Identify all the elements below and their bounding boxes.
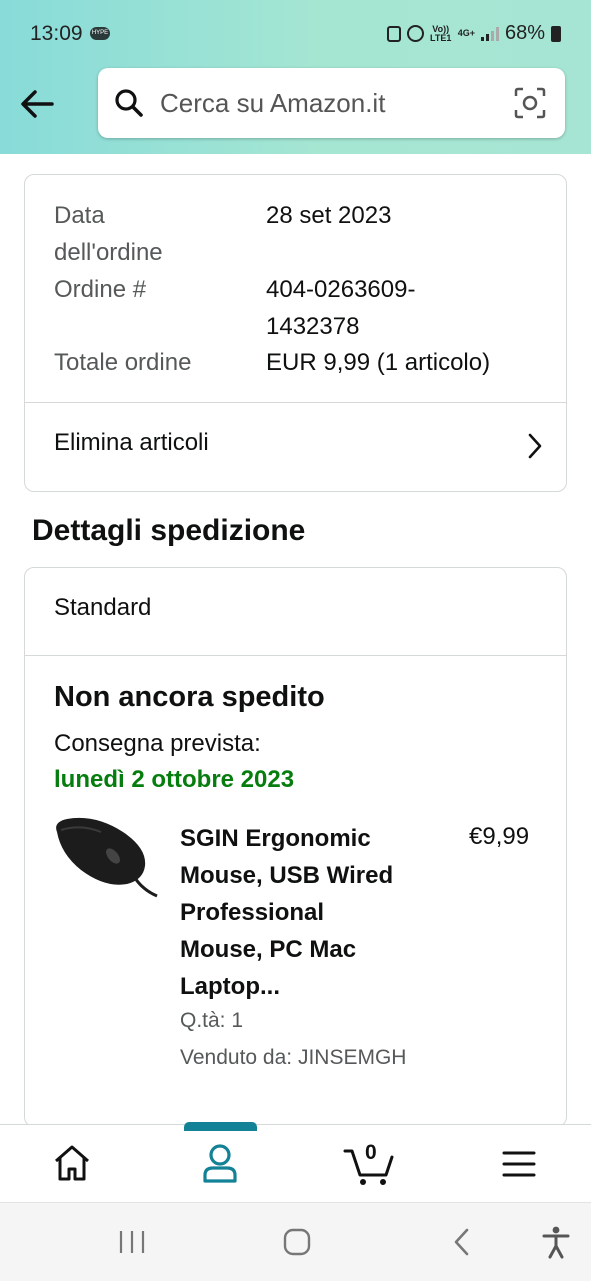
recents-icon[interactable] (116, 1229, 148, 1255)
header: 13:09 HYPE Vo)) LTE1 4G+ 68% Cerca su Am… (0, 0, 591, 154)
shipping-card: Standard Non ancora spedito Consegna pre… (24, 567, 567, 1127)
order-date-label-line2: dell'ordine (54, 239, 163, 266)
shipping-method: Standard (54, 594, 152, 621)
bottom-navigation: 0 (0, 1124, 591, 1203)
product-title-line: Laptop... (180, 973, 280, 1000)
alarm-icon (406, 25, 424, 42)
status-icons: Vo)) LTE1 4G+ 68% (386, 22, 561, 45)
order-total-label: Totale ordine (54, 349, 192, 376)
home-icon (55, 1145, 89, 1181)
camera-scan-icon[interactable] (513, 86, 547, 120)
order-date-value: 28 set 2023 (266, 202, 392, 229)
battery-icon (551, 25, 561, 42)
delivery-label: Consegna prevista: (54, 730, 261, 757)
lock-notification-icon (386, 25, 401, 42)
product-title-line: Mouse, USB Wired (180, 862, 394, 889)
hype-badge: HYPE (90, 27, 110, 40)
back-button[interactable] (18, 84, 58, 124)
product-title-line: Mouse, PC Mac (180, 936, 357, 963)
product-quantity: Q.tà: 1 (180, 1009, 244, 1032)
network-type: 4G+ (457, 28, 475, 38)
nav-menu[interactable] (490, 1139, 550, 1189)
order-total-value: EUR 9,99 (1 articolo) (266, 349, 491, 376)
back-chevron-icon[interactable] (450, 1227, 474, 1257)
status-time: 13:09 (30, 22, 83, 45)
product-title-line: Professional (180, 899, 325, 926)
order-number-label: Ordine # (54, 276, 147, 303)
chevron-right-icon (528, 433, 542, 459)
order-date-label: Data (54, 202, 105, 229)
volte-indicator: Vo)) LTE1 (430, 23, 452, 43)
account-icon (203, 1144, 237, 1183)
shipment-status: Non ancora spedito (54, 681, 325, 713)
product-price: €9,99 (469, 823, 530, 850)
order-summary-card: Data dell'ordine 28 set 2023 Ordine # 40… (24, 174, 567, 492)
search-input[interactable]: Cerca su Amazon.it (160, 88, 385, 119)
active-tab-indicator (184, 1122, 257, 1131)
product-image[interactable] (51, 816, 161, 902)
order-number-value: 404-0263609- (266, 276, 416, 303)
search-icon (115, 89, 143, 117)
product-title-line: SGIN Ergonomic (180, 825, 371, 852)
back-arrow-icon (21, 90, 54, 118)
status-bar: 13:09 HYPE Vo)) LTE1 4G+ 68% (0, 0, 591, 68)
nav-cart[interactable]: 0 (340, 1139, 404, 1189)
order-number-value-line2: 1432378 (266, 313, 360, 340)
delete-items-label: Elimina articoli (54, 429, 209, 456)
nav-account[interactable] (190, 1139, 250, 1189)
delivery-date: lunedì 2 ottobre 2023 (54, 766, 295, 793)
delete-items-row[interactable]: Elimina articoli (25, 403, 566, 491)
product-seller: Venduto da: JINSEMGH (180, 1046, 407, 1069)
nav-home[interactable] (42, 1139, 102, 1189)
signal-icon (480, 26, 499, 41)
home-circle-icon[interactable] (282, 1227, 312, 1257)
battery-percent: 68% (504, 22, 545, 44)
accessibility-icon[interactable] (540, 1225, 572, 1259)
search-bar[interactable]: Cerca su Amazon.it (98, 68, 565, 138)
divider (25, 655, 566, 656)
product-title[interactable]: SGIN Ergonomic Mouse, USB Wired Professi… (180, 820, 430, 1005)
menu-icon (502, 1151, 536, 1177)
shipping-section-title: Dettagli spedizione (32, 514, 306, 547)
cart-count: 0 (365, 1141, 377, 1164)
system-navigation-bar (0, 1202, 591, 1281)
